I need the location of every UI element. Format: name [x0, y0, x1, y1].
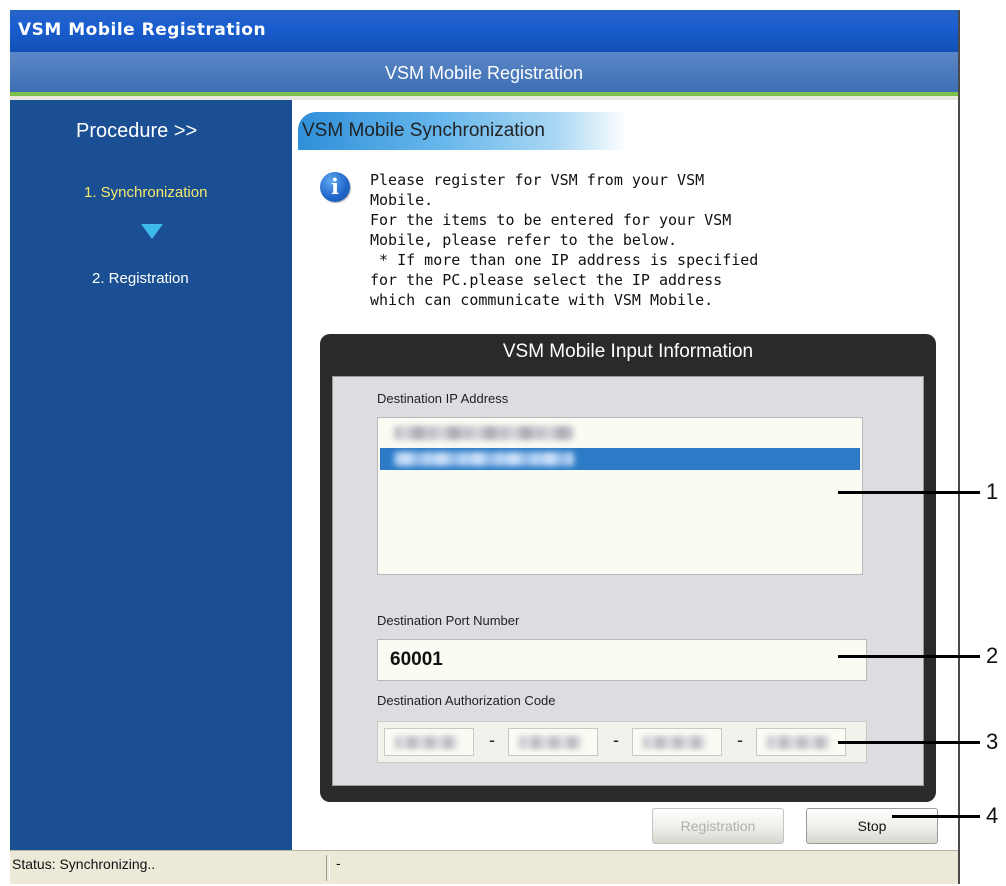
redacted-ip	[394, 426, 574, 440]
ip-address-label: Destination IP Address	[377, 391, 509, 406]
down-triangle-icon	[141, 224, 163, 239]
status-text: Status: Synchronizing..	[12, 856, 156, 872]
callout-number-2: 2	[986, 643, 999, 668]
redacted-ip	[394, 452, 574, 466]
auth-code-field-1[interactable]	[384, 728, 474, 756]
registration-button[interactable]: Registration	[652, 808, 784, 844]
stop-button[interactable]: Stop	[806, 808, 938, 844]
registration-window: VSM Mobile Registration VSM Mobile Regis…	[10, 10, 960, 884]
redacted-code	[395, 736, 457, 749]
port-number-value: 60001	[390, 649, 443, 670]
auth-code-field-3[interactable]	[632, 728, 722, 756]
section-header: VSM Mobile Synchronization	[298, 112, 628, 150]
callout-line-3	[838, 741, 980, 744]
title-bar[interactable]: VSM Mobile Registration	[10, 10, 958, 52]
callout-line-4	[892, 815, 980, 818]
panel-title: VSM Mobile Input Information	[502, 341, 754, 362]
code-separator: -	[489, 730, 495, 750]
authorization-code-group: - - -	[377, 721, 867, 763]
port-number-label: Destination Port Number	[377, 613, 520, 628]
status-bar: Status: Synchronizing.. -	[10, 850, 958, 884]
step-synchronization: 1. Synchronization	[84, 184, 208, 201]
panel-body: Destination IP Address Destination Port …	[332, 376, 924, 786]
section-title: VSM Mobile Synchronization	[302, 120, 545, 141]
port-number-field[interactable]: 60001	[377, 639, 867, 681]
status-detail: -	[336, 855, 341, 871]
callout-number-3: 3	[986, 729, 999, 754]
redacted-code	[519, 736, 581, 749]
ip-list-item[interactable]	[380, 422, 860, 444]
callout-number-1: 1	[986, 479, 999, 504]
input-information-panel: VSM Mobile Input Information Destination…	[320, 334, 936, 802]
ip-address-list[interactable]	[377, 417, 863, 575]
status-divider	[326, 855, 330, 881]
step-registration: 2. Registration	[92, 270, 189, 287]
auth-code-field-2[interactable]	[508, 728, 598, 756]
auth-code-field-4[interactable]	[756, 728, 846, 756]
info-icon: i	[320, 172, 350, 202]
redacted-code	[767, 736, 829, 749]
main-content: VSM Mobile Synchronization i Please regi…	[292, 100, 958, 850]
ip-list-item-selected[interactable]	[380, 448, 860, 470]
callout-line-2	[838, 655, 980, 658]
code-separator: -	[737, 730, 743, 750]
redacted-code	[643, 736, 705, 749]
callout-line-1	[838, 491, 980, 494]
callout-number-4: 4	[986, 803, 999, 828]
procedure-sidebar: Procedure >> 1. Synchronization 2. Regis…	[10, 100, 292, 850]
authorization-code-label: Destination Authorization Code	[377, 693, 556, 708]
procedure-title: Procedure >>	[76, 120, 198, 142]
code-separator: -	[613, 730, 619, 750]
instruction-text: Please register for VSM from your VSM Mo…	[370, 171, 759, 309]
header-banner: VSM Mobile Registration	[10, 52, 958, 96]
header-title: VSM Mobile Registration	[384, 63, 584, 83]
window-title: VSM Mobile Registration	[18, 20, 267, 40]
